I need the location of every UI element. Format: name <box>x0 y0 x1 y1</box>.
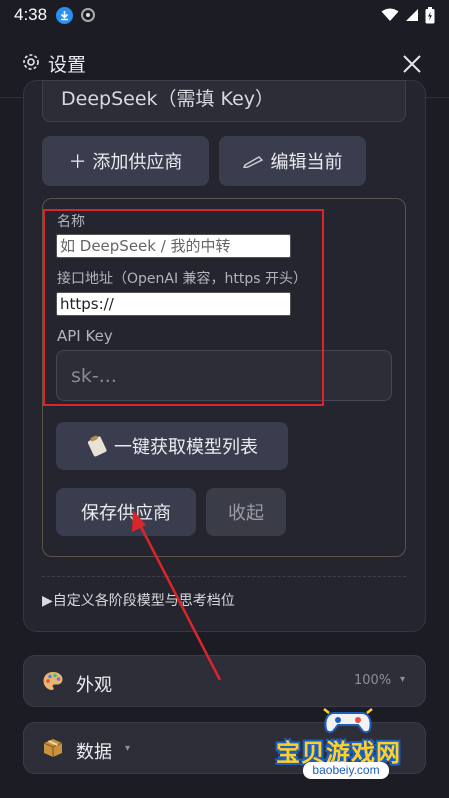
appearance-label: 外观 <box>76 675 112 696</box>
battery-icon <box>425 6 435 23</box>
close-icon <box>403 54 421 73</box>
add-provider-button[interactable]: ＋ 添加供应商 <box>42 136 209 186</box>
collapse-label: 收起 <box>228 503 264 524</box>
gear-icon <box>22 53 40 75</box>
status-bar: 4:38 <box>0 0 449 30</box>
download-icon <box>56 6 74 24</box>
palette-icon <box>42 670 64 696</box>
gamepad-icon <box>323 708 373 734</box>
fetch-models-label: 一键获取模型列表 <box>114 437 258 458</box>
fetch-models-button[interactable]: 一键获取模型列表 <box>56 422 288 470</box>
signal-icon <box>406 9 418 21</box>
save-provider-label: 保存供应商 <box>81 503 171 524</box>
watermark: 宝贝游戏网 baobeiy.com <box>270 705 430 783</box>
divider <box>42 576 406 577</box>
watermark-url: baobeiy.com <box>303 762 389 779</box>
page-title: 设置 <box>48 54 87 76</box>
chevron-down-icon: ▾ <box>125 743 131 754</box>
close-button[interactable] <box>397 49 427 79</box>
pencil-icon <box>242 154 265 168</box>
chevron-down-icon: ▾ <box>400 674 406 685</box>
appearance-section[interactable]: 外观 100% ▾ <box>23 655 426 707</box>
edit-current-label: 编辑当前 <box>270 152 343 173</box>
provider-select[interactable]: DeepSeek（需填 Key） <box>42 80 406 122</box>
box-icon <box>42 737 64 763</box>
add-provider-label: ＋ 添加供应商 <box>68 152 183 173</box>
appearance-value: 100% <box>354 673 392 688</box>
edit-current-button[interactable]: 编辑当前 <box>219 136 366 186</box>
advanced-settings-toggle[interactable]: ▶自定义各阶段模型与思考档位 <box>42 590 235 610</box>
provider-select-value: DeepSeek（需填 Key） <box>61 88 274 110</box>
clipboard-icon <box>86 434 108 458</box>
advanced-settings-label: ▶自定义各阶段模型与思考档位 <box>42 593 235 609</box>
save-provider-button[interactable]: 保存供应商 <box>56 488 196 536</box>
record-icon <box>81 8 96 22</box>
status-time: 4:38 <box>14 5 48 24</box>
highlight-box <box>43 209 324 406</box>
wifi-icon <box>381 8 399 21</box>
data-label: 数据 <box>76 742 112 763</box>
collapse-button[interactable]: 收起 <box>206 488 286 536</box>
